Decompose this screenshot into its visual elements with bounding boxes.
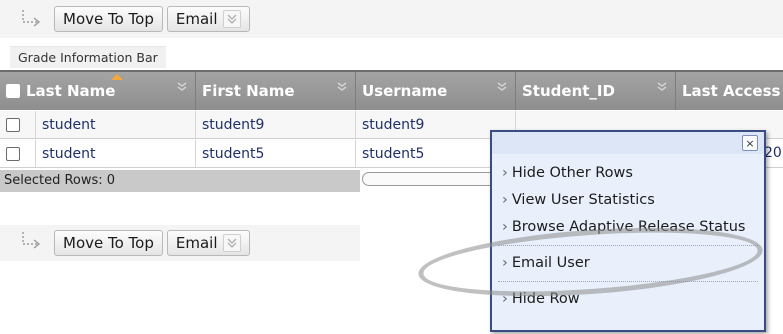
close-icon[interactable]: × [742,135,758,151]
row-select-cell [0,140,36,167]
horizontal-scrollbar[interactable] [362,172,502,186]
menu-item-email-user[interactable]: › Email User [492,250,764,277]
column-menu-icon[interactable] [175,81,189,93]
menu-divider [498,281,758,282]
chevron-down-icon [222,10,241,28]
bottom-toolbar: Move To Top Email [0,225,360,261]
top-toolbar: Move To Top Email [0,0,783,38]
table-header: Last Name First Name Username Student_ID… [0,70,783,110]
menu-item-browse-adaptive-release-status[interactable]: › Browse Adaptive Release Status [492,214,764,241]
column-student-id[interactable]: Student_ID [516,72,676,110]
column-menu-icon[interactable] [655,81,669,93]
move-to-top-button[interactable]: Move To Top [54,6,163,32]
email-button[interactable]: Email [166,230,250,256]
row-context-menu: × › Hide Other Rows › View User Statisti… [490,130,766,332]
menu-item-hide-row[interactable]: › Hide Row [492,286,764,313]
email-button-label: Email [175,10,218,28]
menu-item-hide-other-rows[interactable]: › Hide Other Rows [492,160,764,187]
chevron-right-icon: › [502,219,508,235]
chevron-right-icon: › [502,192,508,208]
indent-arrow-icon [18,6,44,32]
menu-item-view-user-statistics[interactable]: › View User Statistics [492,187,764,214]
chevron-right-icon: › [502,291,508,307]
menu-item-label: Browse Adaptive Release Status [511,219,746,235]
column-menu-icon[interactable] [335,81,349,93]
select-all-checkbox[interactable] [6,84,20,98]
row-checkbox[interactable] [6,117,20,132]
cell-first-name[interactable]: student9 [196,111,356,138]
cell-last-name[interactable]: student [36,140,196,167]
chevron-right-icon: › [502,165,508,181]
cell-last-name[interactable]: student [36,111,196,138]
menu-item-label: Email User [511,255,590,271]
column-label: Student_ID [522,82,615,100]
cell-last-access-partial: 20 [764,145,782,161]
email-button-label: Email [175,234,218,252]
email-button[interactable]: Email [166,6,250,32]
sort-ascending-icon [111,74,123,80]
column-label: Last Access [682,82,781,100]
column-label: Last Name [26,82,116,100]
chevron-down-icon [222,234,241,252]
move-to-top-button[interactable]: Move To Top [54,230,163,256]
cell-first-name[interactable]: student5 [196,140,356,167]
column-username[interactable]: Username [356,72,516,110]
column-label: First Name [202,82,295,100]
menu-item-label: Hide Row [511,291,580,307]
selected-rows-count: Selected Rows: 0 [0,170,360,192]
column-label: Username [362,82,448,100]
chevron-right-icon: › [502,255,508,271]
indent-arrow-icon [18,230,44,256]
column-menu-icon[interactable] [495,81,509,93]
context-menu-header: × [492,132,764,154]
row-checkbox[interactable] [6,146,20,161]
row-select-cell [0,111,36,138]
grade-information-bar[interactable]: Grade Information Bar [10,46,166,68]
menu-divider [498,245,758,246]
menu-item-label: Hide Other Rows [511,165,633,181]
column-last-access[interactable]: Last Access [676,72,783,110]
menu-item-label: View User Statistics [511,192,655,208]
column-last-name[interactable]: Last Name [0,72,196,110]
column-first-name[interactable]: First Name [196,72,356,110]
